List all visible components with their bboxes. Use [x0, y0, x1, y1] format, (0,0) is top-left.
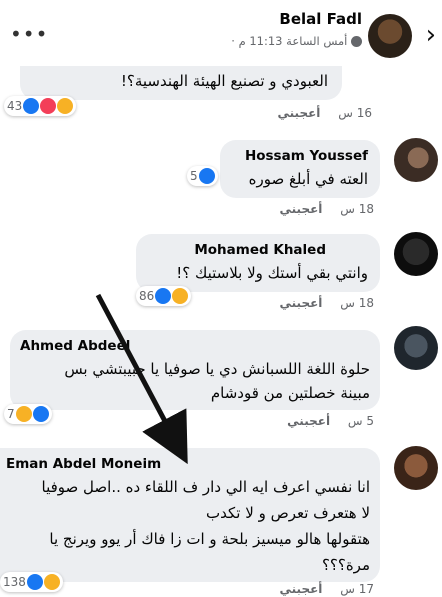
annotation-arrow: [95, 293, 188, 465]
globe-icon: [351, 36, 362, 47]
author-avatar[interactable]: [368, 14, 412, 58]
post-time-text: أمس الساعة 11:13 م ·: [231, 34, 348, 48]
post-author-name[interactable]: Belal Fadl: [279, 10, 362, 28]
more-dots-icon[interactable]: •••: [10, 22, 48, 46]
post-header: ••• Belal Fadl أمس الساعة 11:13 م · ›: [0, 0, 442, 66]
post-timestamp[interactable]: أمس الساعة 11:13 م ·: [231, 34, 362, 48]
chevron-right-icon[interactable]: ›: [426, 20, 436, 50]
